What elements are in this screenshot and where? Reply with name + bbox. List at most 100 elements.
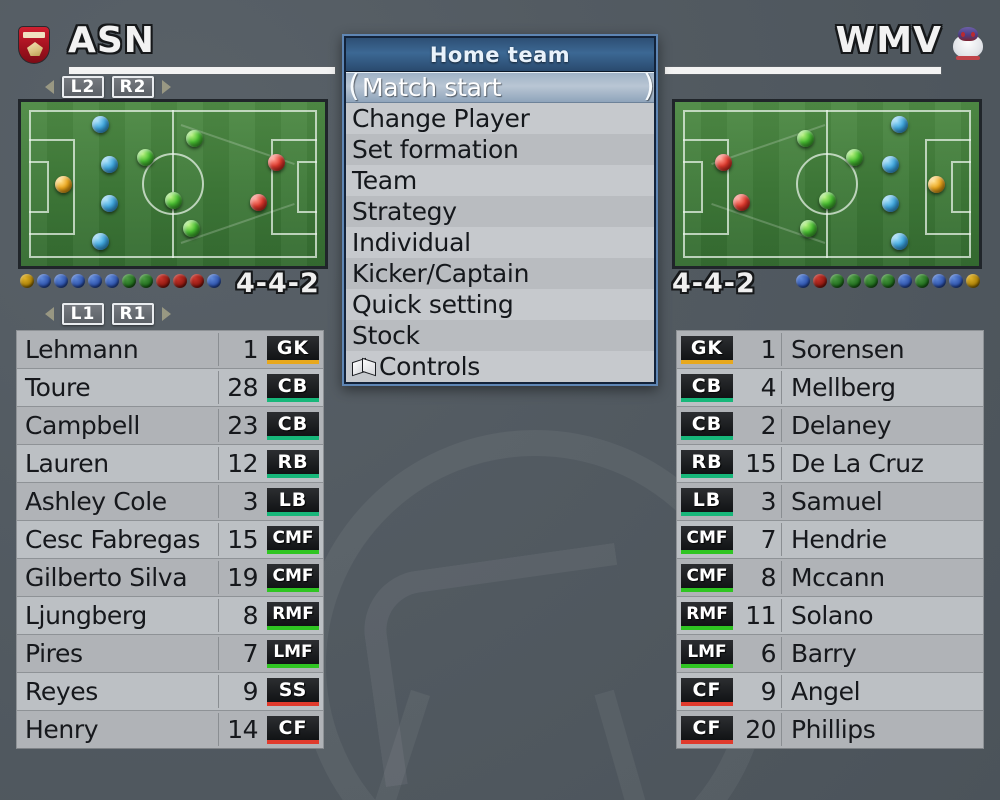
player-number: 15	[227, 525, 258, 554]
player-name: De La Cruz	[791, 449, 924, 478]
position-cell: CMF	[263, 525, 323, 554]
table-row[interactable]: CF 20 Phillips	[676, 710, 984, 749]
table-row[interactable]: CB 4 Mellberg	[676, 368, 984, 407]
table-row[interactable]: Lauren 12 RB	[16, 444, 324, 483]
menu-item-set-formation[interactable]: Set formation	[346, 134, 654, 165]
menu-item-team[interactable]: Team	[346, 165, 654, 196]
away-roster-table[interactable]: GK 1 Sorensen CB 4 Mellberg CB 2 Delaney RB 15 De L…	[676, 330, 984, 749]
position-badge: RMF	[267, 601, 319, 630]
table-row[interactable]: Cesc Fabregas 15 CMF	[16, 520, 324, 559]
l1-button[interactable]: L1	[62, 303, 104, 325]
villa-mascot-icon	[950, 26, 984, 66]
away-team-abbr: WMV	[835, 20, 942, 61]
player-marker-yellow[interactable]	[55, 175, 73, 193]
player-marker-green[interactable]	[800, 219, 818, 237]
table-row[interactable]: CF 9 Angel	[676, 672, 984, 711]
table-row[interactable]: Toure 28 CB	[16, 368, 324, 407]
table-row[interactable]: LMF 6 Barry	[676, 634, 984, 673]
table-row[interactable]: Reyes 9 SS	[16, 672, 324, 711]
position-badge: CF	[267, 715, 319, 744]
player-marker-red[interactable]	[249, 193, 267, 211]
player-number: 20	[745, 715, 776, 744]
player-number: 23	[227, 411, 258, 440]
position-cell: LB	[677, 487, 737, 516]
player-name: Samuel	[791, 487, 883, 516]
player-number: 15	[745, 449, 776, 478]
home-bench-indicator	[20, 274, 221, 288]
menu-item-change-player[interactable]: Change Player	[346, 103, 654, 134]
column-divider	[781, 599, 782, 632]
player-marker-green[interactable]	[845, 149, 863, 167]
squad-dot-green	[915, 274, 929, 288]
away-formation-pitch[interactable]	[672, 99, 982, 269]
table-row[interactable]: RMF 11 Solano	[676, 596, 984, 635]
menu-list[interactable]: () Match start Change Player Set formation T…	[346, 72, 655, 382]
table-row[interactable]: Ashley Cole 3 LB	[16, 482, 324, 521]
menu-item-individual[interactable]: Individual	[346, 227, 654, 258]
player-name: Cesc Fabregas	[25, 525, 200, 554]
column-divider	[218, 675, 219, 708]
column-divider	[218, 599, 219, 632]
right-arrow-icon[interactable]	[162, 307, 171, 321]
left-arrow-icon[interactable]	[45, 307, 54, 321]
menu-item-label: Set formation	[352, 135, 519, 164]
menu-item-kicker-captain[interactable]: Kicker/Captain	[346, 258, 654, 289]
player-marker-green[interactable]	[797, 129, 815, 147]
player-name: Hendrie	[791, 525, 887, 554]
home-team-menu[interactable]: Home team () Match start Change Player Set …	[342, 34, 658, 386]
player-marker-blue[interactable]	[91, 116, 109, 134]
table-row[interactable]: Campbell 23 CB	[16, 406, 324, 445]
position-badge: RB	[267, 449, 319, 478]
table-row[interactable]: GK 1 Sorensen	[676, 330, 984, 369]
r1-button[interactable]: R1	[112, 303, 154, 325]
l2-button[interactable]: L2	[62, 76, 104, 98]
menu-item-controls[interactable]: Controls	[346, 351, 654, 382]
table-row[interactable]: LB 3 Samuel	[676, 482, 984, 521]
column-divider	[218, 523, 219, 556]
player-marker-red[interactable]	[267, 154, 285, 172]
squad-dot-blue	[949, 274, 963, 288]
menu-item-label: Individual	[352, 228, 471, 257]
left-arrow-icon[interactable]	[45, 80, 54, 94]
player-number: 8	[760, 563, 777, 592]
player-marker-red[interactable]	[733, 193, 751, 211]
position-badge: CMF	[267, 563, 319, 592]
table-row[interactable]: Pires 7 LMF	[16, 634, 324, 673]
column-divider	[218, 561, 219, 594]
player-marker-yellow[interactable]	[927, 175, 945, 193]
menu-item-strategy[interactable]: Strategy	[346, 196, 654, 227]
squad-dot-blue	[71, 274, 85, 288]
right-arrow-icon[interactable]	[162, 80, 171, 94]
player-marker-blue[interactable]	[100, 155, 118, 173]
menu-item-stock[interactable]: Stock	[346, 320, 654, 351]
book-icon	[352, 359, 376, 374]
table-row[interactable]: Gilberto Silva 19 CMF	[16, 558, 324, 597]
home-roster-table[interactable]: Lehmann 1 GK Toure 28 CB Campbell 23 CB Lauren 12 R…	[16, 330, 324, 749]
column-divider	[781, 409, 782, 442]
table-row[interactable]: CMF 7 Hendrie	[676, 520, 984, 559]
position-cell: CMF	[263, 563, 323, 592]
player-marker-blue[interactable]	[91, 232, 109, 250]
table-row[interactable]: Henry 14 CF	[16, 710, 324, 749]
squad-dot-yellow	[966, 274, 980, 288]
home-team-name-bar	[68, 66, 336, 75]
home-formation-pitch[interactable]	[18, 99, 328, 269]
position-cell: RB	[677, 449, 737, 478]
table-row[interactable]: CMF 8 Mccann	[676, 558, 984, 597]
position-badge: CB	[267, 373, 319, 402]
player-marker-green[interactable]	[182, 219, 200, 237]
menu-item-match-start[interactable]: () Match start	[346, 72, 655, 103]
away-team-name-bar	[664, 66, 942, 75]
game-screen: ASN L2 R2 4-4-2 L1 R1 WMV 4-4-2 Home tea…	[0, 0, 1000, 800]
r2-button[interactable]: R2	[112, 76, 154, 98]
player-marker-green[interactable]	[164, 191, 182, 209]
table-row[interactable]: CB 2 Delaney	[676, 406, 984, 445]
player-marker-green[interactable]	[185, 129, 203, 147]
player-marker-blue[interactable]	[100, 195, 118, 213]
table-row[interactable]: Lehmann 1 GK	[16, 330, 324, 369]
player-marker-green[interactable]	[818, 191, 836, 209]
player-number: 8	[242, 601, 259, 630]
table-row[interactable]: RB 15 De La Cruz	[676, 444, 984, 483]
table-row[interactable]: Ljungberg 8 RMF	[16, 596, 324, 635]
menu-item-quick-setting[interactable]: Quick setting	[346, 289, 654, 320]
